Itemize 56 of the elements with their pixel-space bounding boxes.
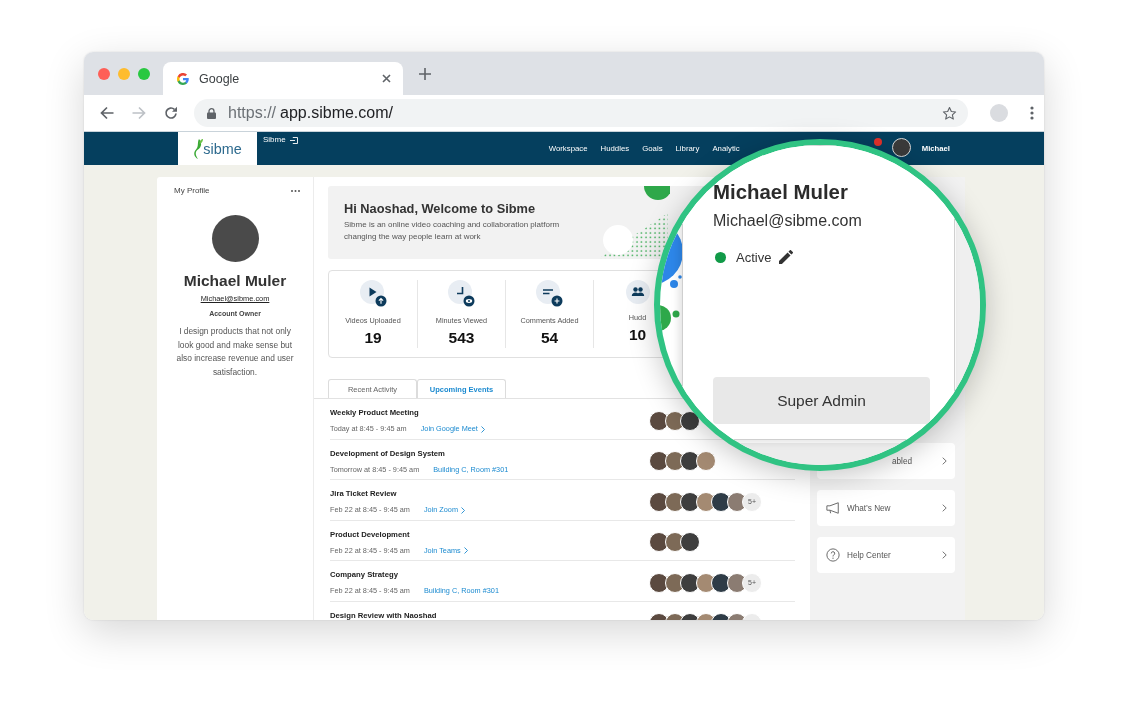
logo-link[interactable]: sibme xyxy=(178,132,257,165)
popup-name: Michael Muler xyxy=(713,180,849,204)
help-icon xyxy=(826,548,840,562)
attendee-avatar xyxy=(680,451,700,472)
play-icon xyxy=(359,280,387,307)
menu-card[interactable]: Help Center xyxy=(817,537,955,573)
stat-value: 54 xyxy=(540,329,559,346)
profile-heading: My Profile xyxy=(174,186,210,196)
attendee-avatar xyxy=(695,451,716,472)
chevron-right-icon xyxy=(942,457,947,465)
reload-icon[interactable] xyxy=(164,106,178,120)
role-button[interactable]: Super Admin xyxy=(713,377,930,424)
people-icon xyxy=(625,280,650,304)
popup-email: Michael@sibme.com xyxy=(713,211,863,231)
profile-avatar xyxy=(211,215,259,262)
attendee-avatar xyxy=(649,410,669,431)
attendee-avatar xyxy=(711,572,731,593)
lock-icon xyxy=(207,107,216,119)
chevron-right-icon xyxy=(461,506,465,514)
browser-tab[interactable]: Google xyxy=(163,62,403,95)
pencil-icon[interactable] xyxy=(779,250,794,264)
chevron-right-icon xyxy=(463,547,468,555)
profile-bio: I design products that not only look good and make sense but also increase revenue and user satisfaction. xyxy=(175,325,295,379)
close-icon[interactable] xyxy=(382,74,391,83)
clock-icon xyxy=(448,280,475,307)
attendee-avatar xyxy=(649,491,669,512)
welcome-text: Sibme is an online video coaching and collaboration platform changing the way people learn at work xyxy=(344,219,561,243)
menu-card[interactable]: What’s New xyxy=(817,490,955,526)
attendee-avatar xyxy=(649,532,669,553)
attendee-avatar xyxy=(649,451,669,472)
attendee-avatar xyxy=(680,491,700,512)
back-arrow-icon[interactable] xyxy=(100,106,114,120)
chevron-right-icon xyxy=(942,504,947,512)
status-label: Active xyxy=(736,249,772,265)
attendee-avatar xyxy=(680,572,700,593)
profile-name: Michael Muler xyxy=(183,272,287,290)
stat-value: 543 xyxy=(448,329,475,346)
stat-value: 10 xyxy=(628,326,647,343)
attendee-avatar xyxy=(649,572,669,593)
stat-value: 19 xyxy=(364,329,382,346)
account-switcher[interactable]: Sibme xyxy=(263,135,298,145)
megaphone-icon xyxy=(826,501,840,515)
leaf-icon xyxy=(193,137,204,160)
g-logo-icon xyxy=(177,72,189,85)
comment-icon xyxy=(536,280,563,307)
star-icon[interactable] xyxy=(942,105,957,121)
chevron-right-icon xyxy=(480,425,485,433)
welcome-title: Hi Naoshad, Welcome to Sibme xyxy=(344,201,537,216)
plus-icon[interactable] xyxy=(419,67,431,80)
window-icon xyxy=(289,136,298,144)
chevron-right-icon xyxy=(942,551,947,559)
address-bar[interactable]: https:// app.sibme.com/ xyxy=(194,99,968,127)
attendee-avatar xyxy=(680,532,700,553)
menu-icon[interactable] xyxy=(1030,106,1034,120)
user-avatar[interactable] xyxy=(891,138,911,157)
attendee-avatar xyxy=(711,491,731,512)
